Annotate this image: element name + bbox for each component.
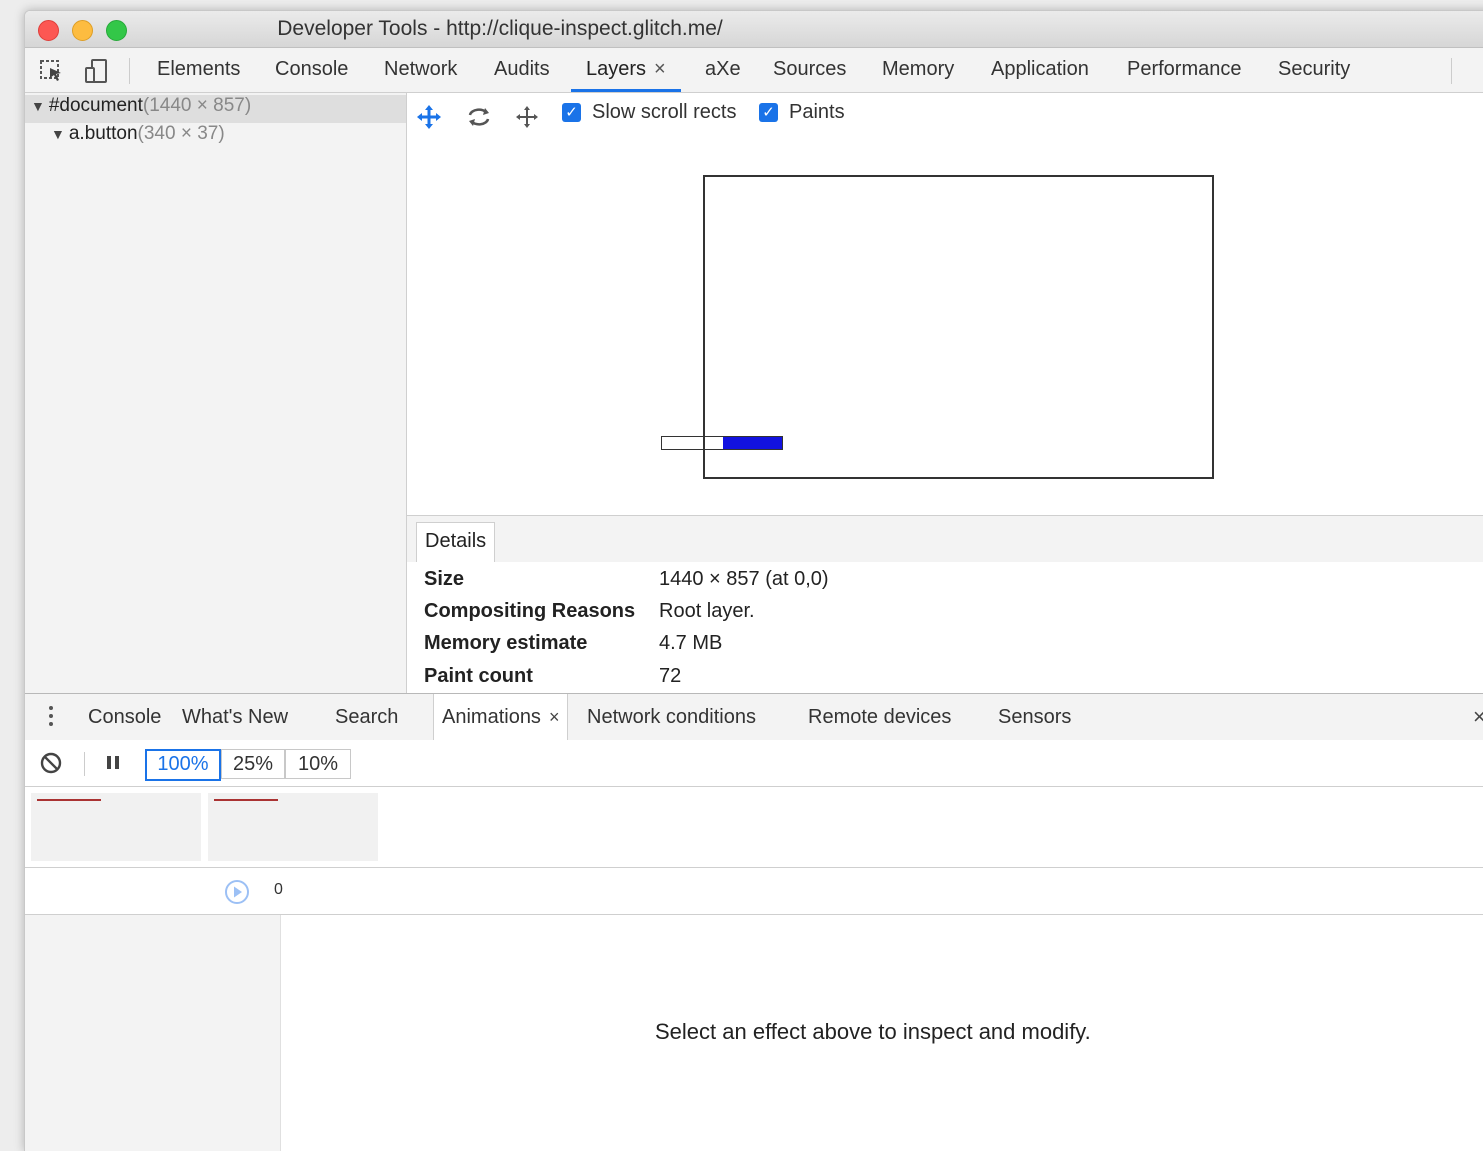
button-layer-paint [723, 437, 782, 449]
detail-row-paint-count: Paint count 72 [424, 665, 682, 687]
animation-groups [25, 787, 1483, 868]
tab-layers[interactable]: Layers × [571, 48, 681, 92]
drawer-menu-icon[interactable] [49, 706, 55, 730]
details-tab-bar: Details [407, 515, 1483, 563]
devtools-window: Developer Tools - http://clique-inspect.… [24, 10, 1483, 1151]
window-title: Developer Tools - http://clique-inspect.… [277, 17, 723, 40]
rotate-icon[interactable] [465, 103, 493, 131]
inspect-element-icon[interactable] [39, 58, 65, 84]
detail-row-memory-estimate: Memory estimate 4.7 MB [424, 632, 723, 654]
animations-toolbar: 100% 25% 10% [25, 740, 1483, 787]
drawer-tab-remote-devices[interactable]: Remote devices [808, 694, 951, 740]
animation-group-preview[interactable] [31, 793, 201, 861]
expand-triangle-icon[interactable]: ▼ [51, 126, 65, 142]
tab-network[interactable]: Network [384, 48, 457, 92]
tab-axe[interactable]: aXe [705, 48, 741, 92]
layers-tree: ▼ #document(1440 × 857) ▼ a.button(340 × 3… [25, 93, 407, 693]
expand-triangle-icon[interactable]: ▼ [31, 98, 45, 114]
more-menu-icon[interactable]: ⋮ [1477, 53, 1483, 75]
main-tab-bar: Elements Console Network Audits Layers × … [25, 48, 1483, 93]
pan-icon[interactable] [415, 103, 443, 131]
timeline-start-label: 0 [274, 881, 283, 898]
close-tab-icon[interactable]: × [549, 707, 560, 727]
tab-details[interactable]: Details [416, 522, 496, 563]
clear-all-icon[interactable] [40, 752, 62, 774]
timeline-header: 0 [25, 868, 1483, 915]
pause-all-icon[interactable] [107, 756, 123, 774]
layers-view-toolbar: ✓ Slow scroll rects ✓ Paints [407, 93, 1483, 135]
tab-elements[interactable]: Elements [157, 48, 240, 92]
close-drawer-icon[interactable]: × [1473, 704, 1483, 730]
toolbar-separator [84, 752, 85, 776]
tab-performance[interactable]: Performance [1127, 48, 1242, 92]
drawer-tab-sensors[interactable]: Sensors [998, 694, 1071, 740]
slow-scroll-rects-checkbox[interactable]: ✓ [562, 103, 581, 122]
title-bar: Developer Tools - http://clique-inspect.… [25, 11, 1483, 48]
animation-preview-line [214, 799, 278, 801]
drawer-tab-network-conditions[interactable]: Network conditions [587, 694, 756, 740]
timeline-body: Select an effect above to inspect and mo… [25, 915, 1483, 1151]
toolbar-separator [1451, 58, 1452, 84]
animation-group-preview[interactable] [208, 793, 378, 861]
tree-item-document[interactable]: ▼ #document(1440 × 857) [25, 95, 406, 123]
speed-100-button[interactable]: 100% [145, 749, 221, 781]
toolbar-separator [129, 58, 130, 84]
detail-row-compositing-reasons: Compositing Reasons Root layer. [424, 600, 755, 622]
tab-sources[interactable]: Sources [773, 48, 846, 92]
drawer-tab-bar: Console What's New Search Animations × Ne… [25, 693, 1483, 741]
speed-25-button[interactable]: 25% [221, 749, 285, 779]
device-toolbar-icon[interactable] [83, 58, 109, 84]
tab-application[interactable]: Application [991, 48, 1089, 92]
tab-console[interactable]: Console [275, 48, 348, 92]
drawer-tab-whats-new[interactable]: What's New [182, 694, 288, 740]
paints-label: Paints [789, 101, 845, 123]
details-panel: Size 1440 × 857 (at 0,0) Compositing Reas… [407, 562, 1483, 693]
tree-item-button[interactable]: ▼ a.button(340 × 37) [25, 123, 406, 151]
tab-audits[interactable]: Audits [494, 48, 550, 92]
document-layer-rect[interactable] [703, 175, 1214, 479]
tab-memory[interactable]: Memory [882, 48, 954, 92]
empty-selection-message: Select an effect above to inspect and mo… [655, 1019, 1091, 1044]
layers-3d-viewport[interactable] [407, 135, 1483, 515]
drawer-tab-animations[interactable]: Animations × [433, 694, 569, 741]
slow-scroll-rects-label: Slow scroll rects [592, 101, 737, 123]
speed-10-button[interactable]: 10% [285, 749, 351, 779]
close-tab-icon[interactable]: × [654, 58, 666, 80]
tab-security[interactable]: Security [1278, 48, 1350, 92]
animation-preview-line [37, 799, 101, 801]
paints-checkbox[interactable]: ✓ [759, 103, 778, 122]
drawer-tab-console[interactable]: Console [88, 694, 161, 740]
move-icon[interactable] [513, 103, 541, 131]
timeline-node-list [25, 915, 281, 1151]
drawer-tab-search[interactable]: Search [335, 694, 398, 740]
replay-icon[interactable] [223, 878, 251, 906]
detail-row-size: Size 1440 × 857 (at 0,0) [424, 568, 829, 590]
